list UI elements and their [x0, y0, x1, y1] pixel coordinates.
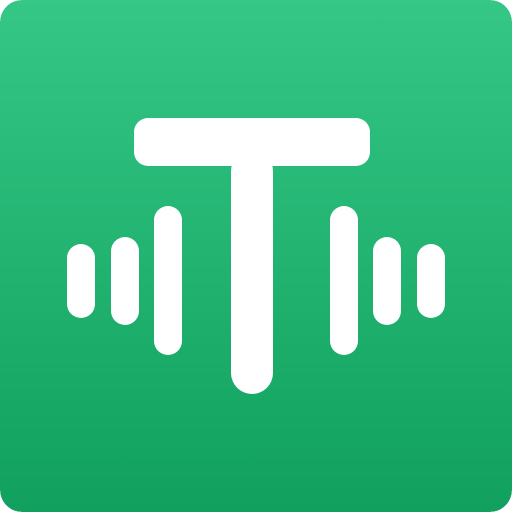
wave-bar-left-middle	[111, 237, 139, 325]
t-sound-wave-icon	[0, 0, 512, 512]
wave-bar-left-inner	[154, 206, 182, 355]
wave-bar-right-inner	[330, 206, 358, 355]
wave-bar-left-outer	[67, 244, 95, 318]
app-icon	[0, 0, 512, 512]
wave-bar-right-outer	[417, 244, 445, 318]
wave-bar-right-middle	[373, 237, 401, 325]
t-stem	[231, 150, 273, 394]
